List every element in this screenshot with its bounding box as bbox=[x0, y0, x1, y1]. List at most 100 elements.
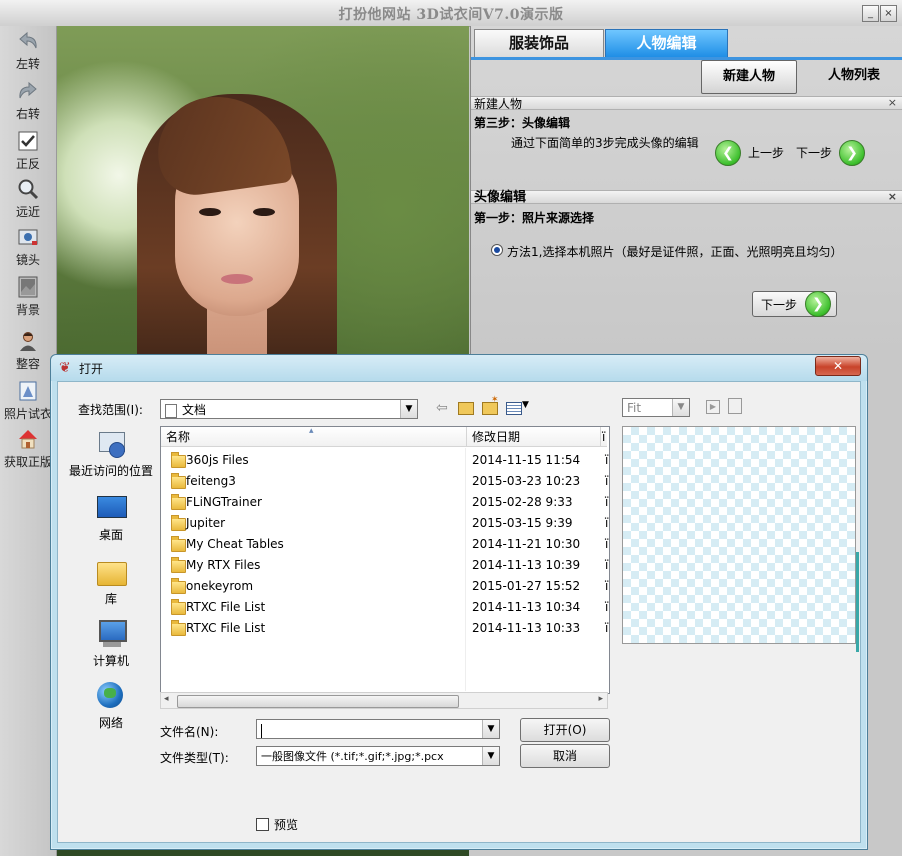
place-label: 最近访问的位置 bbox=[68, 464, 153, 478]
fit-combo[interactable]: Fit ▼ bbox=[622, 398, 690, 417]
place-library[interactable]: 库 bbox=[68, 556, 154, 607]
chevron-down-icon[interactable]: ▼ bbox=[522, 400, 529, 410]
view-menu-icon[interactable] bbox=[506, 402, 522, 415]
file-name: Jupiter bbox=[186, 516, 226, 530]
rotate-right-icon bbox=[19, 81, 37, 99]
file-extra: ï bbox=[605, 474, 609, 488]
scroll-left-icon[interactable]: ◂ bbox=[164, 694, 169, 704]
column-header-name[interactable]: 名称 ▴ bbox=[161, 426, 467, 447]
back-icon[interactable]: ⇦ bbox=[436, 400, 448, 416]
file-row[interactable]: RTXC File List 2014-11-13 10:33 ï bbox=[161, 618, 609, 639]
prev-arrow-icon[interactable]: ❮ bbox=[715, 140, 741, 166]
dialog-close-button[interactable]: ✕ bbox=[815, 356, 861, 376]
next-step-button[interactable]: 下一步 ❯ bbox=[752, 291, 837, 317]
tool-get-license[interactable]: 获取正版 bbox=[0, 424, 56, 474]
close-icon[interactable]: × bbox=[888, 190, 897, 204]
file-row[interactable]: Jupiter 2015-03-15 9:39 ï bbox=[161, 513, 609, 534]
file-date: 2014-11-21 10:30 bbox=[472, 537, 581, 551]
next-step-link[interactable]: 下一步 bbox=[796, 144, 832, 161]
file-row[interactable]: FLiNGTrainer 2015-02-28 9:33 ï bbox=[161, 492, 608, 513]
file-list[interactable]: 名称 ▴ 修改日期 ï 360js Files 2014-11-15 11:54 ï… bbox=[160, 426, 610, 694]
cancel-button[interactable]: 取消 bbox=[520, 744, 610, 768]
chevron-down-icon[interactable]: ▼ bbox=[400, 400, 417, 418]
chevron-down-icon[interactable]: ▼ bbox=[672, 399, 689, 416]
file-row[interactable]: RTXC File List 2014-11-13 10:34 ï bbox=[161, 597, 608, 618]
scroll-right-icon[interactable]: ▸ bbox=[598, 694, 603, 704]
tool-flip[interactable]: 正反 bbox=[0, 126, 56, 176]
radio-local-photo[interactable] bbox=[491, 244, 503, 256]
tab-clothing[interactable]: 服装饰品 bbox=[474, 29, 604, 57]
camera-icon bbox=[18, 229, 38, 245]
file-row[interactable]: 360js Files 2014-11-15 11:54 ï bbox=[161, 450, 608, 471]
tab-character-edit[interactable]: 人物编辑 bbox=[605, 29, 728, 57]
next-arrow-icon[interactable]: ❯ bbox=[839, 140, 865, 166]
text-caret bbox=[261, 723, 262, 738]
step-title: 第三步：头像编辑 bbox=[474, 116, 571, 130]
chevron-down-icon[interactable]: ▼ bbox=[482, 747, 499, 765]
place-recent[interactable]: 最近访问的位置 bbox=[68, 428, 154, 479]
dialog-body: 查找范围(I): 文档 ▼ ⇦ ✶ ▼ Fit ▼ ▶ 最近访问的位置 桌面 库… bbox=[57, 381, 861, 843]
face-edit-icon bbox=[20, 332, 36, 351]
place-label: 库 bbox=[104, 592, 117, 606]
dialog-titlebar: ❦ 打开 ✕ bbox=[51, 355, 867, 381]
character-list-button[interactable]: 人物列表 bbox=[811, 60, 897, 92]
new-character-button[interactable]: 新建人物 bbox=[701, 60, 797, 94]
file-name: 360js Files bbox=[186, 453, 249, 467]
play-icon[interactable]: ▶ bbox=[706, 400, 720, 414]
preview-edge bbox=[856, 552, 859, 652]
chevron-down-icon[interactable]: ▼ bbox=[482, 720, 499, 738]
look-in-combo[interactable]: 文档 ▼ bbox=[160, 399, 418, 419]
file-date: 2014-11-13 10:39 bbox=[472, 558, 581, 572]
section-header-new-character: 新建人物 × bbox=[471, 96, 902, 111]
prev-step-link[interactable]: 上一步 bbox=[748, 144, 784, 161]
place-desktop[interactable]: 桌面 bbox=[68, 492, 154, 543]
close-icon[interactable]: × bbox=[888, 96, 897, 110]
column-divider bbox=[465, 448, 466, 691]
step-title: 第一步：照片来源选择 bbox=[474, 211, 595, 225]
place-label: 网络 bbox=[98, 716, 123, 730]
folder-icon bbox=[171, 515, 186, 531]
horizontal-scrollbar[interactable]: ◂ ▸ bbox=[160, 692, 608, 709]
radio-local-photo-label: 方法1,选择本机照片（最好是证件照，正面、光照明亮且均匀） bbox=[507, 245, 843, 259]
place-network[interactable]: 网络 bbox=[68, 680, 154, 731]
file-date: 2015-02-28 9:33 bbox=[472, 495, 573, 509]
tool-label: 镜头 bbox=[15, 253, 40, 267]
tool-background[interactable]: 背景 bbox=[0, 272, 56, 322]
tool-zoom[interactable]: 远近 bbox=[0, 174, 56, 224]
column-header-extra[interactable]: ï bbox=[601, 427, 607, 447]
tool-camera[interactable]: 镜头 bbox=[0, 222, 56, 272]
tool-rotate-right[interactable]: 右转 bbox=[0, 76, 56, 126]
new-folder-icon[interactable]: ✶ bbox=[482, 395, 499, 415]
column-header-date[interactable]: 修改日期 bbox=[467, 427, 601, 447]
close-button[interactable]: × bbox=[880, 5, 897, 22]
tool-photo-tryon[interactable]: 照片试衣 bbox=[0, 376, 56, 426]
preview-checkbox[interactable] bbox=[256, 818, 269, 831]
up-folder-icon[interactable] bbox=[458, 402, 474, 415]
file-row[interactable]: My Cheat Tables 2014-11-21 10:30 ï bbox=[161, 534, 608, 555]
filename-label: 文件名(N): bbox=[160, 725, 219, 739]
model-eye-left bbox=[199, 208, 221, 216]
filename-input[interactable]: ▼ bbox=[256, 719, 500, 739]
file-extra: ï bbox=[605, 516, 609, 530]
photo-tryon-icon bbox=[19, 381, 37, 401]
open-button[interactable]: 打开(O) bbox=[520, 718, 610, 742]
fit-value: Fit bbox=[627, 401, 642, 415]
folder-icon bbox=[171, 536, 186, 552]
section-header-label: 头像编辑 bbox=[474, 190, 527, 205]
tool-face-edit[interactable]: 整容 bbox=[0, 326, 56, 376]
file-row[interactable]: onekeyrom 2015-01-27 15:52 ï bbox=[161, 576, 608, 597]
minimize-button[interactable]: _ bbox=[862, 5, 879, 22]
file-row[interactable]: feiteng3 2015-03-23 10:23 ï bbox=[161, 471, 609, 492]
file-date: 2015-03-15 9:39 bbox=[472, 516, 573, 530]
file-row[interactable]: My RTX Files 2014-11-13 10:39 ï bbox=[161, 555, 608, 576]
tool-label: 背景 bbox=[15, 303, 40, 317]
filetype-select[interactable]: 一般图像文件 (*.tif;*.gif;*.jpg;*.pcx ▼ bbox=[256, 746, 500, 766]
preview-zoom-icon[interactable] bbox=[728, 398, 742, 414]
file-extra: ï bbox=[605, 621, 609, 635]
tool-rotate-left[interactable]: 左转 bbox=[0, 26, 56, 76]
scroll-thumb[interactable] bbox=[177, 695, 459, 708]
place-computer[interactable]: 计算机 bbox=[68, 618, 154, 669]
folder-icon bbox=[171, 620, 186, 636]
zoom-icon bbox=[18, 179, 39, 200]
image-preview-area bbox=[622, 426, 856, 644]
